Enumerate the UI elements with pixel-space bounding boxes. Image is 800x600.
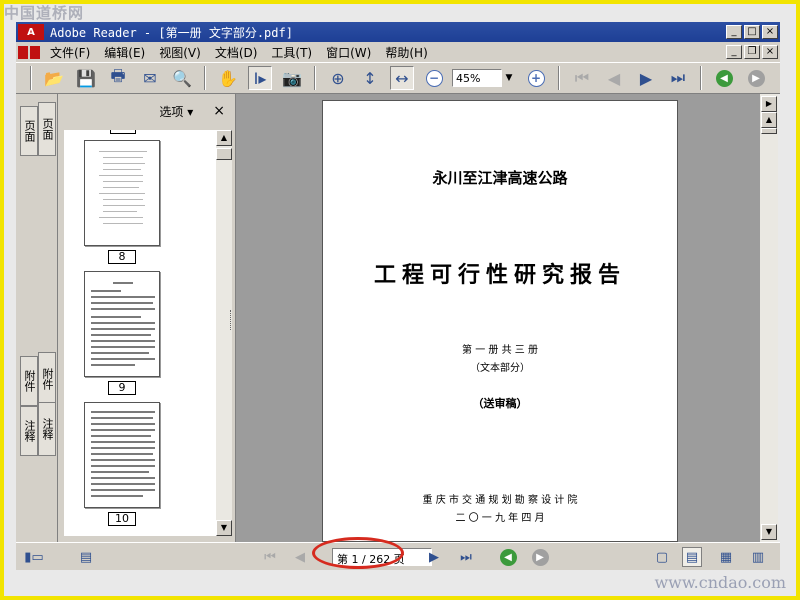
doc-organization: 重 庆 市 交 通 规 划 勘 察 设 计 院 <box>422 495 578 506</box>
zoom-out-icon[interactable]: − <box>422 66 446 90</box>
save-icon[interactable]: 💾 <box>74 66 98 90</box>
maximize-button[interactable]: □ <box>744 25 760 39</box>
document-properties-icon[interactable]: ▤ <box>76 547 96 567</box>
back-icon[interactable]: ◀ <box>498 547 518 567</box>
email-icon[interactable]: ✉ <box>138 66 162 90</box>
document-page: 永川至江津高速公路 工程可行性研究报告 第 一 册 共 三 册 （文本部分） （… <box>322 100 678 542</box>
options-menu[interactable]: 选项 ▾ <box>159 103 193 120</box>
doc-close-button[interactable]: × <box>762 45 778 59</box>
thumbnail-page-10[interactable]: 10 <box>84 402 160 526</box>
zoom-in-icon[interactable]: + <box>524 66 548 90</box>
tab-pages[interactable]: 页面 <box>20 106 38 156</box>
doc-subtitle: 永川至江津高速公路 <box>432 169 568 187</box>
first-page-icon[interactable]: ⏮ <box>570 66 594 90</box>
forward-icon[interactable]: ▶ <box>530 547 550 567</box>
scroll-thumb[interactable] <box>216 148 232 160</box>
zoom-input[interactable]: 45% <box>452 69 502 87</box>
minimize-button[interactable]: _ <box>726 25 742 39</box>
navigation-tab-strip: 页面 页面 附件 附件 注释 注释 <box>16 94 58 542</box>
zoom-in-tool-icon[interactable]: ⊕ <box>326 66 350 90</box>
search-icon[interactable]: 🔍 <box>170 66 194 90</box>
document-scroll-up-button[interactable]: ▶ <box>761 96 777 112</box>
open-icon[interactable]: 📂 <box>42 66 66 90</box>
tab-attachments[interactable]: 附件 <box>20 356 38 406</box>
thumbnail-page-8[interactable]: 8 <box>84 140 160 264</box>
thumbnail-label: 10 <box>108 512 136 526</box>
menu-help[interactable]: 帮助(H) <box>385 44 427 61</box>
single-page-icon[interactable]: ▢ <box>652 547 672 567</box>
prev-page-icon[interactable]: ◀ <box>290 547 310 567</box>
document-scroll-down-button[interactable]: ▼ <box>761 524 777 540</box>
fit-width-icon[interactable]: ↔ <box>390 66 414 90</box>
thumbnail-label: 9 <box>108 381 136 395</box>
select-text-icon[interactable]: I▸ <box>248 66 272 90</box>
panel-splitter[interactable] <box>230 310 234 330</box>
forward-icon[interactable]: ▶ <box>744 66 768 90</box>
document-icon[interactable] <box>18 44 44 60</box>
continuous-icon[interactable]: ▤ <box>682 547 702 567</box>
watermark-bottom: www.cndao.com <box>654 573 786 592</box>
tab-comments-alt[interactable]: 注释 <box>38 402 56 456</box>
menu-document[interactable]: 文档(D) <box>215 44 258 61</box>
continuous-facing-icon[interactable]: ▥ <box>748 547 768 567</box>
document-view: 永川至江津高速公路 工程可行性研究报告 第 一 册 共 三 册 （文本部分） （… <box>236 94 760 542</box>
last-page-icon[interactable]: ⏭ <box>666 66 690 90</box>
next-page-icon[interactable]: ▶ <box>634 66 658 90</box>
doc-volume: 第 一 册 共 三 册 <box>462 345 538 356</box>
highlight-annotation <box>312 537 404 569</box>
doc-restore-button[interactable]: ❐ <box>744 45 760 59</box>
close-icon[interactable]: × <box>213 103 225 119</box>
thumbnail-image <box>84 402 160 508</box>
document-scroll-thumb[interactable] <box>761 128 777 134</box>
doc-minimize-button[interactable]: _ <box>726 45 742 59</box>
doc-part: （文本部分） <box>470 363 530 374</box>
watermark-top: 中国道桥网 <box>4 4 85 22</box>
title-bar: A Adobe Reader - [第一册 文字部分.pdf] _ □ × <box>16 22 780 42</box>
doc-status: （送审稿） <box>472 397 528 410</box>
thumbnail-label: 8 <box>108 250 136 264</box>
doc-date: 二 〇 一 九 年 四 月 <box>455 513 545 524</box>
page-layout-toggle-icon[interactable]: ▮▭ <box>24 547 44 567</box>
thumbnail-image <box>84 140 160 246</box>
doc-title: 工程可行性研究报告 <box>373 263 626 288</box>
close-button[interactable]: × <box>762 25 778 39</box>
scroll-down-button[interactable]: ▼ <box>216 520 232 536</box>
thumbnail-page-9[interactable]: 9 <box>84 271 160 395</box>
snapshot-icon[interactable]: 📷 <box>280 66 304 90</box>
scroll-up-button[interactable]: ▲ <box>216 130 232 146</box>
menu-edit[interactable]: 编辑(E) <box>104 44 145 61</box>
first-page-icon[interactable]: ⏮ <box>260 547 280 567</box>
menu-tools[interactable]: 工具(T) <box>271 44 312 61</box>
tab-comments[interactable]: 注释 <box>20 406 38 456</box>
menu-window[interactable]: 窗口(W) <box>326 44 371 61</box>
back-icon[interactable]: ◀ <box>712 66 736 90</box>
tab-attachments-alt[interactable]: 附件 <box>38 352 56 406</box>
document-scrollbar[interactable]: ▶ ▲ ▼ <box>760 94 778 542</box>
thumbnail-list: 8 9 10 <box>64 130 216 536</box>
tab-pages-alt[interactable]: 页面 <box>38 102 56 156</box>
chevron-down-icon[interactable]: ▼ <box>502 69 516 87</box>
prev-page-icon[interactable]: ◀ <box>602 66 626 90</box>
menu-view[interactable]: 视图(V) <box>159 44 201 61</box>
thumbnail-scrollbar[interactable]: ▲ ▼ <box>216 130 232 536</box>
facing-icon[interactable]: ▦ <box>716 547 736 567</box>
fit-page-icon[interactable]: ↕ <box>358 66 382 90</box>
thumbnail-image <box>84 271 160 377</box>
next-page-icon[interactable]: ▶ <box>424 547 444 567</box>
hand-icon[interactable]: ✋ <box>216 66 240 90</box>
adobe-logo-icon: A <box>18 24 44 40</box>
toolbar: 📂 💾 🖶 ✉ 🔍 ✋ I▸ 📷 ⊕ ↕ ↔ − 45% ▼ + ⏮ ◀ ▶ ⏭… <box>16 62 780 94</box>
document-scroll-up-arrow[interactable]: ▲ <box>761 112 777 128</box>
last-page-icon[interactable]: ⏭ <box>456 547 476 567</box>
print-icon[interactable]: 🖶 <box>106 66 130 90</box>
menu-bar: 文件(F) 编辑(E) 视图(V) 文档(D) 工具(T) 窗口(W) 帮助(H… <box>16 42 780 62</box>
pages-panel: 选项 ▾ × 8 9 10 ▲ ▼ <box>58 94 236 542</box>
menu-file[interactable]: 文件(F) <box>50 44 90 61</box>
window-title: Adobe Reader - [第一册 文字部分.pdf] <box>50 25 293 40</box>
